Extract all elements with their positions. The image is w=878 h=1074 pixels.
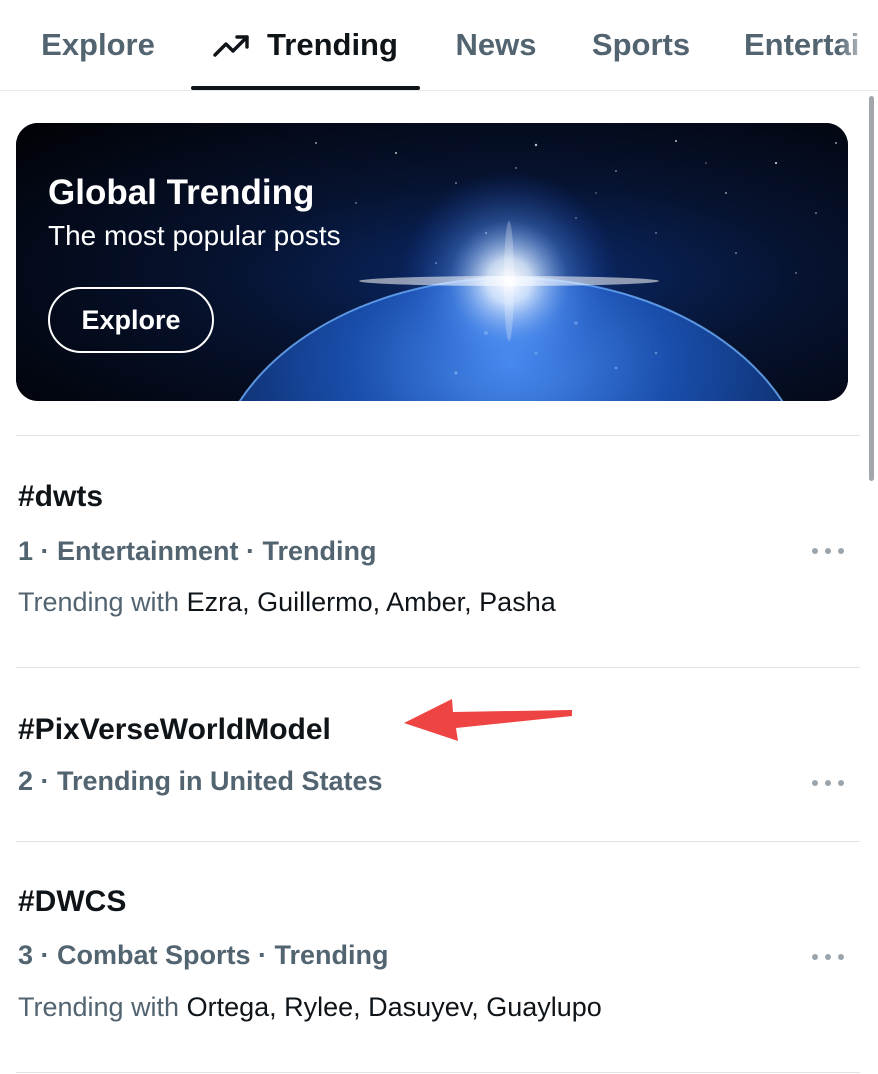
tab-news[interactable]: News xyxy=(452,0,540,90)
tab-label: Trending xyxy=(267,27,398,62)
tab-overflow-fade xyxy=(838,0,878,89)
tab-label: Sports xyxy=(591,27,691,62)
banner-subtitle: The most popular posts xyxy=(48,220,341,251)
trend-meta: 1 · Entertainment · Trending xyxy=(18,536,377,566)
banner-title: Global Trending xyxy=(48,173,315,212)
more-options-icon[interactable] xyxy=(812,546,844,556)
trending-arrow-icon xyxy=(213,35,249,57)
trend-item-dwts[interactable]: #dwts 1 · Entertainment · Trending Trend… xyxy=(0,436,878,666)
tab-label: Explore xyxy=(41,27,155,62)
tab-bar: Explore Trending News Sports Entertai xyxy=(0,0,878,91)
trend-context: Trending with Ezra, Guillermo, Amber, Pa… xyxy=(18,587,556,618)
more-options-icon[interactable] xyxy=(812,778,844,788)
explore-button[interactable]: Explore xyxy=(48,287,214,353)
red-arrow-annotation xyxy=(404,699,572,741)
trend-title: #DWCS xyxy=(18,885,127,918)
tab-sports[interactable]: Sports xyxy=(589,0,693,90)
more-options-icon[interactable] xyxy=(812,952,844,962)
trend-meta: 2 · Trending in United States xyxy=(18,766,383,796)
scrollbar[interactable] xyxy=(869,96,874,481)
trend-meta: 3 · Combat Sports · Trending xyxy=(18,940,389,970)
tab-trending[interactable]: Trending xyxy=(191,0,420,90)
earth-space-image xyxy=(16,123,848,401)
trend-title: #dwts xyxy=(18,480,104,513)
trend-context-prefix: Trending with xyxy=(18,992,180,1022)
active-tab-indicator xyxy=(191,86,420,90)
trend-context: Trending with Ortega, Rylee, Dasuyev, Gu… xyxy=(18,992,602,1023)
tab-label: News xyxy=(455,27,537,62)
divider xyxy=(16,1072,860,1073)
trend-context-prefix: Trending with xyxy=(18,587,180,617)
trend-title: #PixVerseWorldModel xyxy=(18,713,331,746)
trend-context-names: Ezra, Guillermo, Amber, Pasha xyxy=(179,587,556,617)
tab-explore[interactable]: Explore xyxy=(40,0,156,90)
global-trending-banner[interactable]: Global Trending The most popular posts E… xyxy=(16,123,848,401)
trend-item-dwcs[interactable]: #DWCS 3 · Combat Sports · Trending Trend… xyxy=(0,842,878,1072)
trend-context-names: Ortega, Rylee, Dasuyev, Guaylupo xyxy=(179,992,602,1022)
